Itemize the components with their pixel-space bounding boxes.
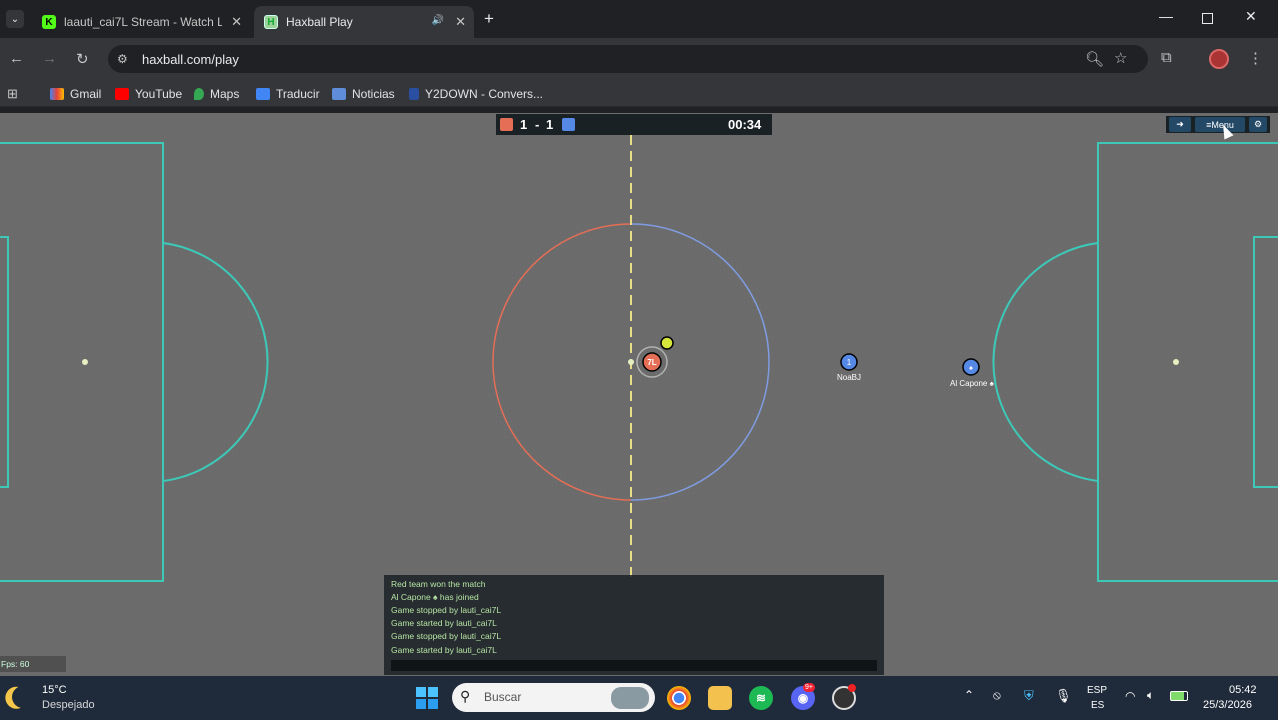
wifi-icon[interactable]: ◠ bbox=[1125, 689, 1135, 703]
url-text[interactable]: haxball.com/play bbox=[142, 52, 239, 67]
svg-text:7L: 7L bbox=[647, 358, 656, 367]
bookmark-youtube[interactable]: YouTube bbox=[115, 87, 182, 101]
blue-team-icon bbox=[562, 118, 575, 131]
site-info-icon[interactable]: ⚙ bbox=[117, 52, 128, 66]
tab-haxball[interactable]: H Haxball Play 🔊 ✕ bbox=[254, 6, 474, 38]
star-icon[interactable]: ☆ bbox=[1114, 49, 1127, 67]
svg-text:♠: ♠ bbox=[969, 365, 973, 372]
chat-message: Al Capone ♠ has joined bbox=[391, 592, 479, 602]
recording-dot bbox=[848, 684, 856, 692]
news-icon bbox=[332, 88, 346, 100]
hidden-icon[interactable]: ⦸ bbox=[993, 688, 1001, 703]
bookmark-maps[interactable]: Maps bbox=[194, 87, 239, 101]
extensions-icon[interactable]: ⧉ bbox=[1161, 49, 1172, 66]
microphone-icon[interactable]: 🎙︎ bbox=[1055, 688, 1072, 704]
search-placeholder: Buscar bbox=[484, 690, 522, 704]
close-icon[interactable]: ✕ bbox=[455, 14, 466, 30]
chrome-icon[interactable] bbox=[667, 686, 691, 710]
ball bbox=[660, 336, 674, 350]
file-explorer-icon[interactable] bbox=[708, 686, 732, 710]
kick-icon: K bbox=[42, 15, 56, 29]
tab-title: Haxball Play bbox=[286, 15, 353, 29]
score-blue: 1 bbox=[546, 117, 554, 132]
speaker-icon[interactable]: 🔊 bbox=[432, 15, 444, 26]
windows-start-icon[interactable] bbox=[416, 687, 438, 709]
close-window-icon[interactable]: ✕ bbox=[1245, 8, 1257, 25]
kebab-menu-icon[interactable]: ⋮ bbox=[1248, 49, 1263, 67]
share-button[interactable]: ➜ bbox=[1169, 117, 1191, 132]
svg-text:1: 1 bbox=[847, 358, 852, 367]
maps-icon bbox=[194, 88, 204, 100]
y2down-icon bbox=[409, 88, 419, 100]
game-timer: 00:34 bbox=[728, 117, 762, 132]
discord-badge: 9+ bbox=[803, 683, 815, 692]
tab-search-button[interactable]: ⌄ bbox=[6, 10, 24, 28]
clock-time[interactable]: 05:42 bbox=[1229, 684, 1257, 696]
shield-icon[interactable]: ⛨ bbox=[1024, 688, 1034, 704]
bookmark-y2down[interactable]: Y2DOWN - Convers... bbox=[409, 87, 543, 101]
avatar[interactable] bbox=[1209, 49, 1229, 69]
restore-icon[interactable] bbox=[1202, 13, 1213, 24]
keyboard-layout[interactable]: ES bbox=[1091, 700, 1104, 711]
chat-message: Game started by lauti_cai7L bbox=[391, 618, 497, 628]
close-icon[interactable]: ✕ bbox=[231, 14, 242, 30]
gmail-icon bbox=[50, 88, 64, 100]
chat-message: Game stopped by lauti_cai7L bbox=[391, 631, 502, 641]
center-spot bbox=[628, 359, 634, 365]
clock-date[interactable]: 25/3/2026 bbox=[1203, 699, 1252, 711]
zoom-icon[interactable]: 🔍︎ bbox=[1085, 50, 1104, 68]
reload-icon[interactable]: ↻ bbox=[76, 50, 89, 68]
translate-icon bbox=[256, 88, 270, 100]
apps-grid-icon[interactable]: ⊞ bbox=[7, 86, 18, 102]
volume-icon[interactable]: 🔈︎ bbox=[1147, 688, 1154, 703]
tab-title: laauti_cai7L Stream - Watch Live bbox=[64, 15, 222, 29]
forward-icon[interactable]: → bbox=[42, 50, 57, 67]
spotify-icon[interactable]: ≋ bbox=[749, 686, 773, 710]
bookmark-translate[interactable]: Traducir bbox=[256, 87, 320, 101]
tab-kick-stream[interactable]: K laauti_cai7L Stream - Watch Live ✕ bbox=[32, 6, 250, 38]
bookmarks-bar bbox=[0, 80, 1278, 107]
weather-desc: Despejado bbox=[42, 699, 95, 711]
red-team-icon bbox=[500, 118, 513, 131]
left-spot bbox=[82, 359, 88, 365]
bookmark-gmail[interactable]: Gmail bbox=[50, 87, 101, 101]
battery-icon[interactable] bbox=[1170, 691, 1188, 701]
language-code[interactable]: ESP bbox=[1087, 685, 1107, 696]
search-highlight-icon bbox=[611, 687, 649, 709]
search-icon: ⚲ bbox=[460, 688, 471, 704]
minimize-icon[interactable]: — bbox=[1159, 8, 1173, 24]
new-tab-button[interactable]: + bbox=[484, 9, 494, 29]
score-separator: - bbox=[535, 117, 540, 132]
player-name: Al Capone ♠ bbox=[950, 379, 994, 388]
right-spot bbox=[1173, 359, 1179, 365]
address-bar[interactable] bbox=[108, 45, 1148, 73]
chat-input[interactable] bbox=[391, 660, 877, 671]
player-name: NoaBJ bbox=[837, 373, 862, 382]
score-red: 1 bbox=[520, 117, 528, 132]
chevron-up-icon[interactable]: ⌃ bbox=[964, 688, 974, 702]
fps-counter: Fps: 60 bbox=[0, 656, 66, 672]
youtube-icon bbox=[115, 88, 129, 100]
chat-message: Game started by lauti_cai7L bbox=[391, 645, 497, 655]
back-icon[interactable]: ← bbox=[9, 50, 24, 67]
haxball-icon: H bbox=[264, 15, 278, 29]
chat-message: Game stopped by lauti_cai7L bbox=[391, 605, 502, 615]
bookmark-news[interactable]: Noticias bbox=[332, 87, 395, 101]
chat-message: Red team won the match bbox=[391, 579, 486, 589]
settings-icon[interactable]: ⚙ bbox=[1249, 117, 1267, 132]
weather-temp: 15°C bbox=[42, 684, 67, 696]
